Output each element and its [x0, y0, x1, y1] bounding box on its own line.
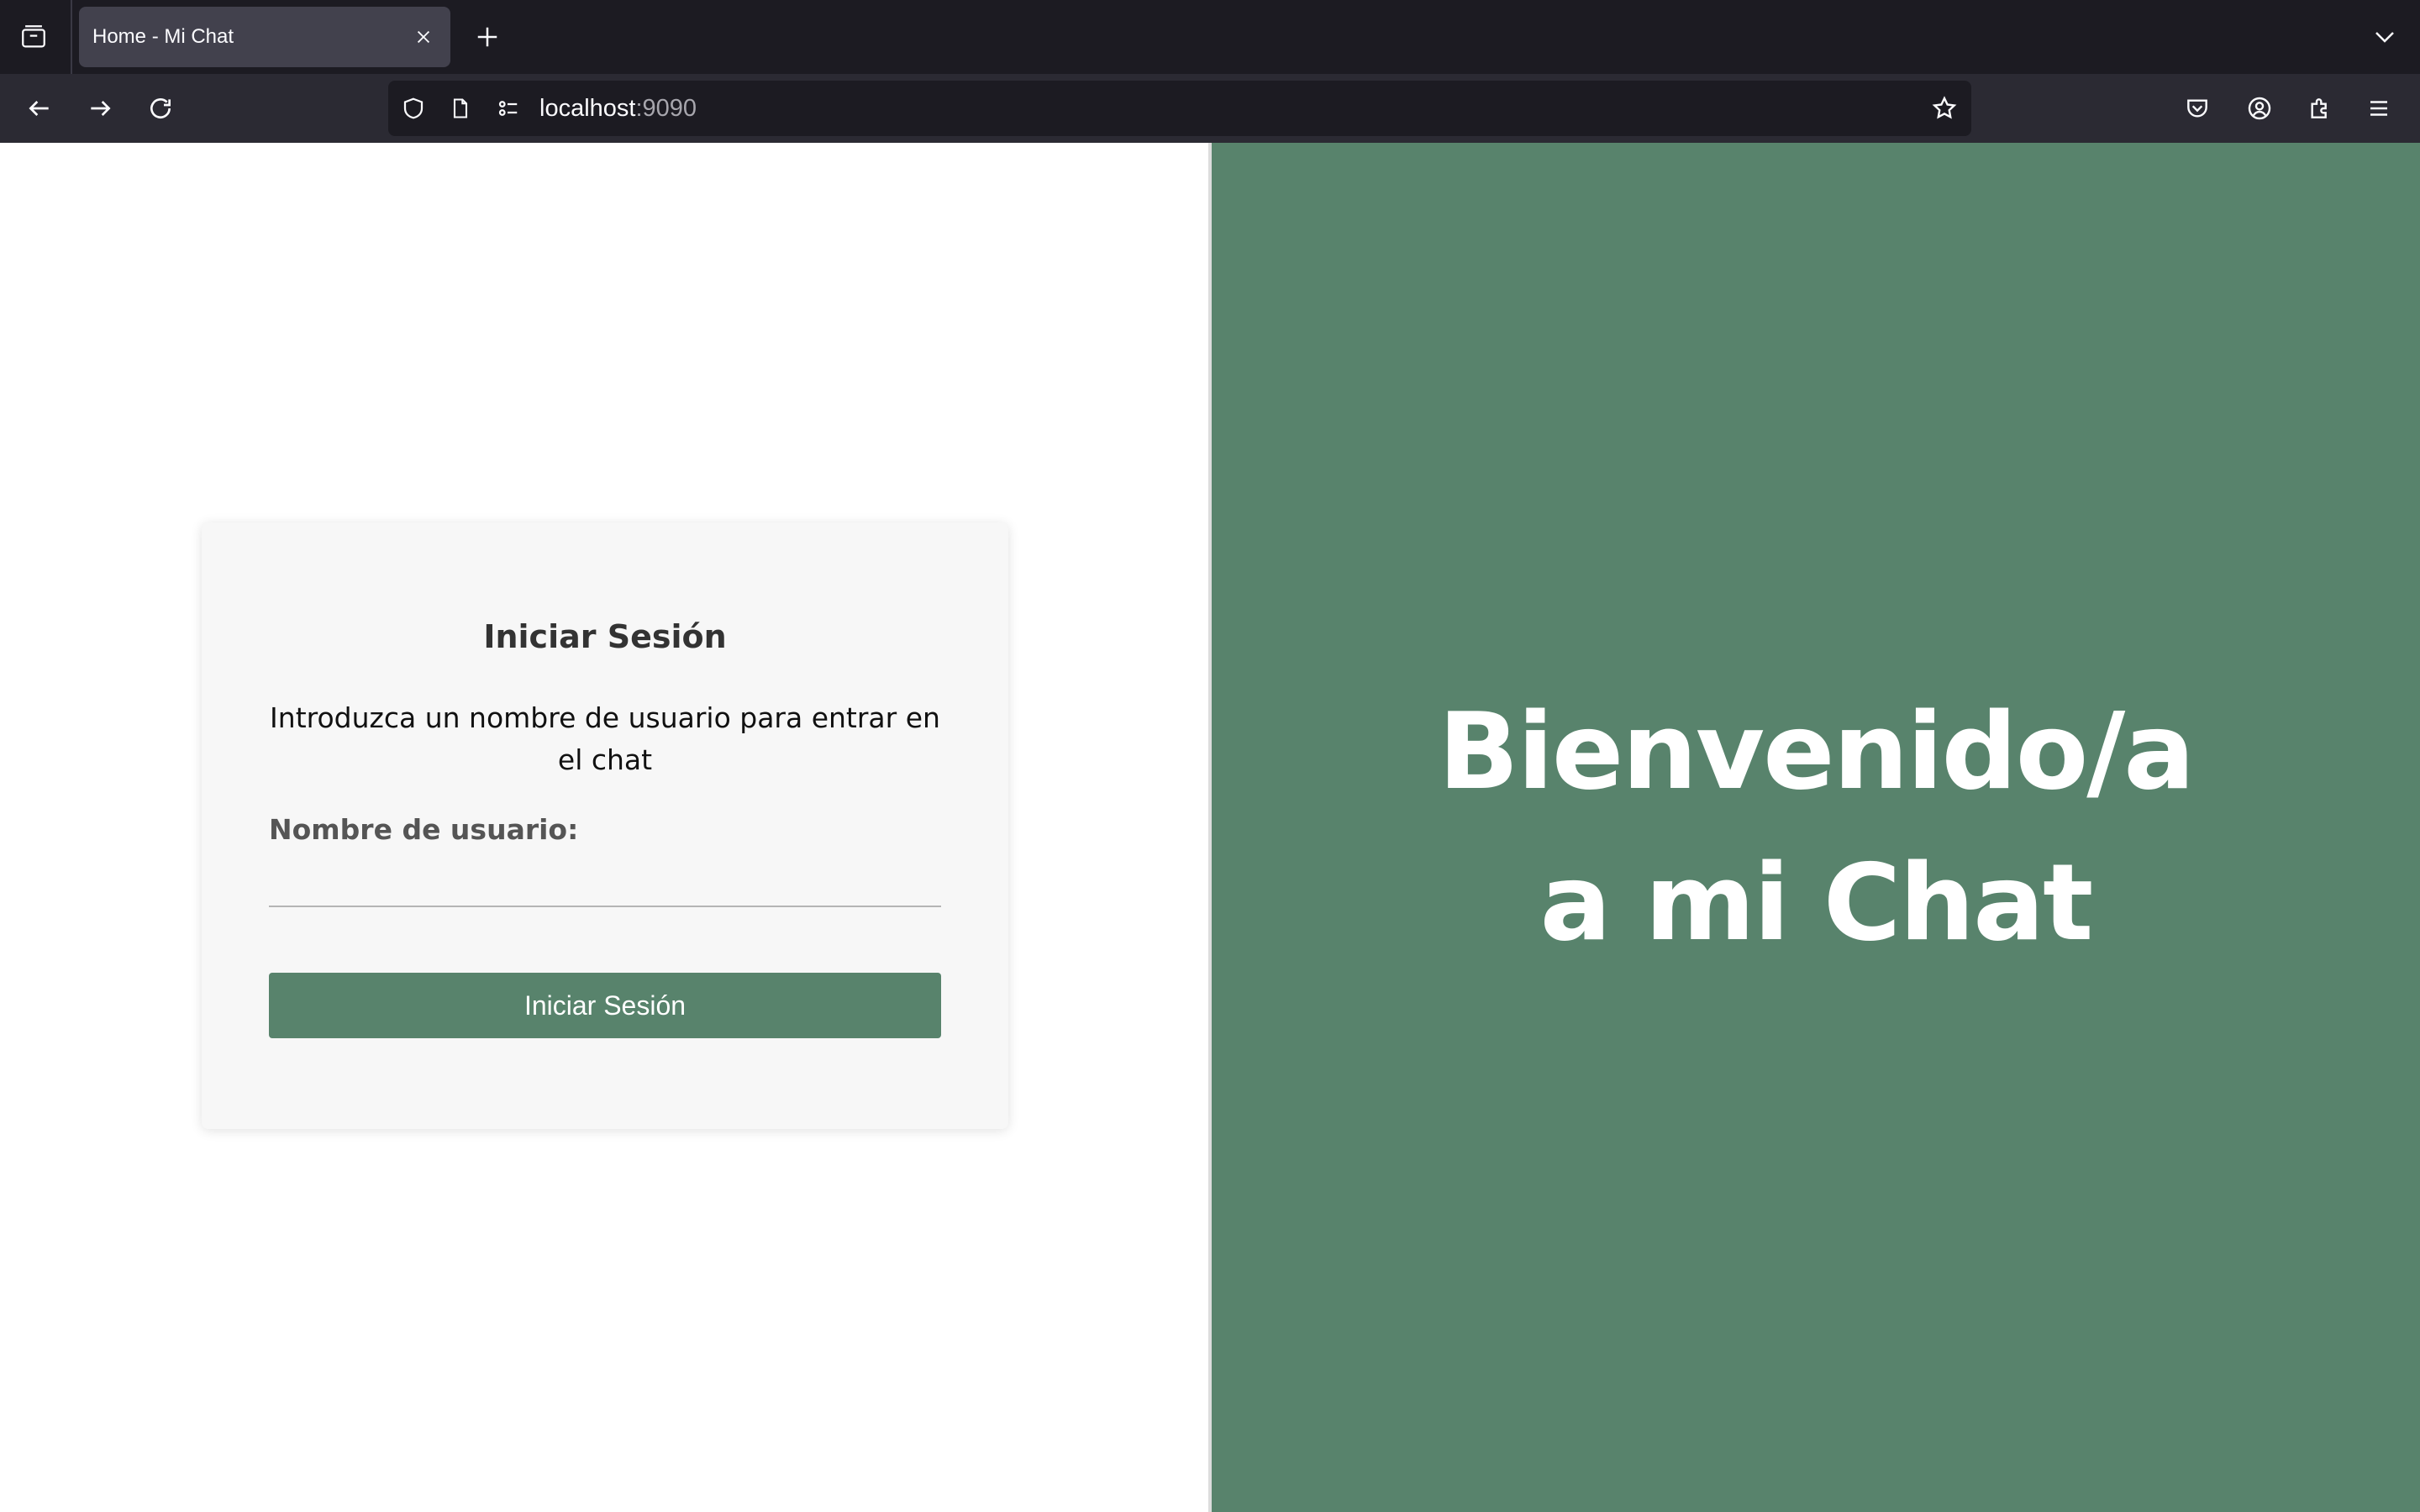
username-label: Nombre de usuario:	[269, 813, 579, 846]
tab-separator	[71, 0, 72, 74]
page-icon[interactable]	[444, 92, 477, 125]
shield-icon[interactable]	[397, 92, 430, 125]
url-host: localhost	[539, 95, 636, 122]
page-content: Iniciar Sesión Introduzca un nombre de u…	[0, 143, 2420, 1512]
permissions-icon[interactable]	[491, 92, 524, 125]
login-title: Iniciar Sesión	[483, 618, 727, 655]
star-icon[interactable]	[1926, 90, 1963, 127]
url-bar[interactable]: localhost:9090	[388, 81, 1971, 136]
welcome-pane: Bienvenido/a a mi Chat	[1212, 143, 2420, 1512]
login-pane: Iniciar Sesión Introduzca un nombre de u…	[0, 143, 1208, 1512]
tab-list-icon[interactable]	[13, 17, 54, 57]
login-description: Introduzca un nombre de usuario para ent…	[270, 701, 940, 776]
account-icon[interactable]	[2238, 87, 2281, 129]
login-card: Iniciar Sesión Introduzca un nombre de u…	[202, 522, 1008, 1129]
welcome-line-2: a mi Chat	[1539, 841, 2094, 964]
arrow-right-icon[interactable]	[79, 87, 121, 129]
tab-home[interactable]: Home - Mi Chat	[79, 7, 450, 67]
welcome-line-1: Bienvenido/a	[1438, 690, 2196, 813]
url-port: :9090	[635, 95, 697, 122]
hamburger-icon[interactable]	[2358, 87, 2400, 129]
browser-nav-bar: localhost:9090	[0, 74, 2420, 143]
chevron-down-icon[interactable]	[2365, 17, 2405, 57]
tab-title: Home - Mi Chat	[92, 25, 234, 48]
puzzle-icon[interactable]	[2299, 87, 2341, 129]
reload-icon[interactable]	[139, 87, 182, 129]
plus-icon[interactable]	[467, 17, 508, 57]
username-input[interactable]	[269, 858, 941, 907]
arrow-left-icon[interactable]	[18, 87, 60, 129]
pocket-icon[interactable]	[2176, 87, 2218, 129]
login-button[interactable]: Iniciar Sesión	[269, 973, 941, 1038]
url-text: localhost:9090	[539, 81, 697, 136]
close-icon[interactable]	[408, 22, 439, 52]
browser-tab-bar: Home - Mi Chat	[0, 0, 2420, 74]
welcome-heading: Bienvenido/a a mi Chat	[1354, 676, 2278, 979]
